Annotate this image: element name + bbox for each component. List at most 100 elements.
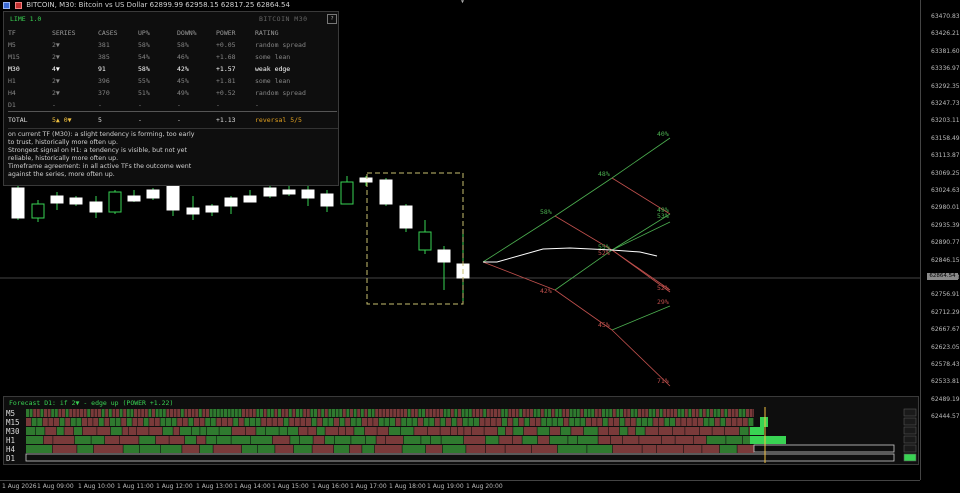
band-segment	[538, 436, 549, 444]
band-segment	[485, 445, 505, 453]
table-row: H1 2▼ 396 55% 45% +1.81 some lean	[8, 75, 337, 87]
band-segment	[293, 445, 312, 453]
price-axis[interactable]: 63470.83 63426.21 63381.60 63336.97 63292.35…	[920, 0, 960, 480]
band-segment	[56, 427, 64, 435]
band-segment	[555, 409, 559, 417]
band-segment	[465, 409, 469, 417]
band-segment	[278, 418, 283, 426]
band-segment	[688, 409, 692, 417]
price-tick: 63069.25	[931, 169, 960, 177]
band-segment	[602, 418, 608, 426]
band-segment	[407, 409, 411, 417]
band-segment	[677, 409, 681, 417]
band-segment	[530, 418, 535, 426]
band-segment	[26, 427, 35, 435]
band-segment	[418, 409, 422, 417]
band-segment	[699, 427, 712, 435]
band-segment	[402, 445, 426, 453]
band-segment	[345, 427, 354, 435]
panel-header[interactable]: LIME 1.0 BITCOIN M30 ?	[4, 12, 338, 25]
forecast-label-up: 40%	[657, 130, 669, 138]
band-segment	[169, 436, 185, 444]
lime-stats-panel[interactable]: LIME 1.0 BITCOIN M30 ? TF SERIES CASES U…	[3, 11, 339, 186]
cell-tf: TOTAL	[8, 116, 28, 124]
band-segment	[53, 436, 75, 444]
time-axis[interactable]: 1 Aug 2026 1 Aug 09:00 1 Aug 10:00 1 Aug 11…	[0, 480, 920, 493]
band-segment	[630, 409, 634, 417]
time-tick: 1 Aug 17:00	[350, 483, 387, 490]
band-segment	[252, 409, 256, 417]
band-segment	[36, 409, 40, 417]
band-segment	[206, 436, 217, 444]
band-segment	[332, 409, 335, 417]
band-segment	[709, 418, 715, 426]
band-segment	[283, 418, 289, 426]
band-segment	[502, 418, 507, 426]
band-segment	[573, 409, 577, 417]
band-segment	[325, 436, 334, 444]
table-row: D1 - - - - - -	[8, 99, 337, 112]
band-segment	[537, 409, 541, 417]
band-segment	[373, 418, 379, 426]
cell-tf: M30	[8, 65, 20, 73]
cell-series: 2▼	[52, 53, 60, 61]
band-segment	[522, 436, 538, 444]
band-segment	[498, 427, 505, 435]
band-segment	[384, 418, 390, 426]
band-segment	[317, 418, 323, 426]
band-segment	[551, 409, 555, 417]
band-segment	[725, 427, 739, 435]
band-segment	[400, 427, 414, 435]
band-segment	[635, 427, 645, 435]
band-segment	[275, 445, 294, 453]
panel-title: LIME 1.0	[10, 15, 42, 23]
band-segment	[571, 427, 584, 435]
band-segment	[658, 418, 664, 426]
help-button[interactable]: ?	[327, 14, 337, 24]
band-segment	[513, 427, 524, 435]
band-segment	[26, 409, 29, 417]
forecast-label-down: 52%	[657, 284, 669, 292]
band-segment	[104, 418, 110, 426]
price-tick: 63113.87	[931, 152, 960, 160]
band-segment	[550, 427, 560, 435]
tf-status-box	[903, 426, 917, 435]
cell-tf: M5	[8, 41, 16, 49]
band-segment	[636, 418, 642, 426]
analysis-line: Timeframe agreement: in all active TFs t…	[8, 163, 192, 170]
cell-up: -	[138, 116, 142, 124]
band-segment	[69, 409, 73, 417]
forecast-branch	[611, 305, 671, 331]
band-segment	[562, 409, 566, 417]
price-tick: 62846.15	[931, 256, 960, 264]
band-segment	[52, 445, 77, 453]
band-segment	[263, 409, 267, 417]
band-segment	[325, 427, 339, 435]
band-segment	[518, 418, 524, 426]
band-segment	[233, 418, 239, 426]
band-segment	[206, 409, 209, 417]
band-segment	[182, 445, 200, 453]
forecast-subwindow[interactable]: Forecast D1: if 2▼ - edge up (POWER +1.2…	[3, 396, 919, 465]
band-segment	[140, 445, 160, 453]
band-segment	[48, 418, 54, 426]
cell-cases: 5	[98, 116, 102, 124]
price-tick: 63203.11	[931, 117, 960, 125]
table-row: H4 2▼ 370 51% 49% +0.52 random spread	[8, 87, 337, 99]
band-segment	[454, 409, 458, 417]
band-segment	[245, 427, 256, 435]
band-segment	[645, 427, 659, 435]
band-segment	[365, 436, 376, 444]
band-segment	[339, 409, 343, 417]
band-segment	[257, 445, 275, 453]
band-segment	[742, 409, 746, 417]
band-segment	[202, 409, 206, 417]
band-segment	[339, 427, 345, 435]
band-segment	[440, 427, 451, 435]
time-tick: 1 Aug 20:00	[466, 483, 503, 490]
band-segment	[484, 427, 498, 435]
band-segment	[136, 427, 149, 435]
table-row-active: M30 4▼ 91 58% 42% +1.57 weak edge	[8, 63, 337, 75]
band-segment	[83, 409, 87, 417]
band-segment	[647, 418, 653, 426]
